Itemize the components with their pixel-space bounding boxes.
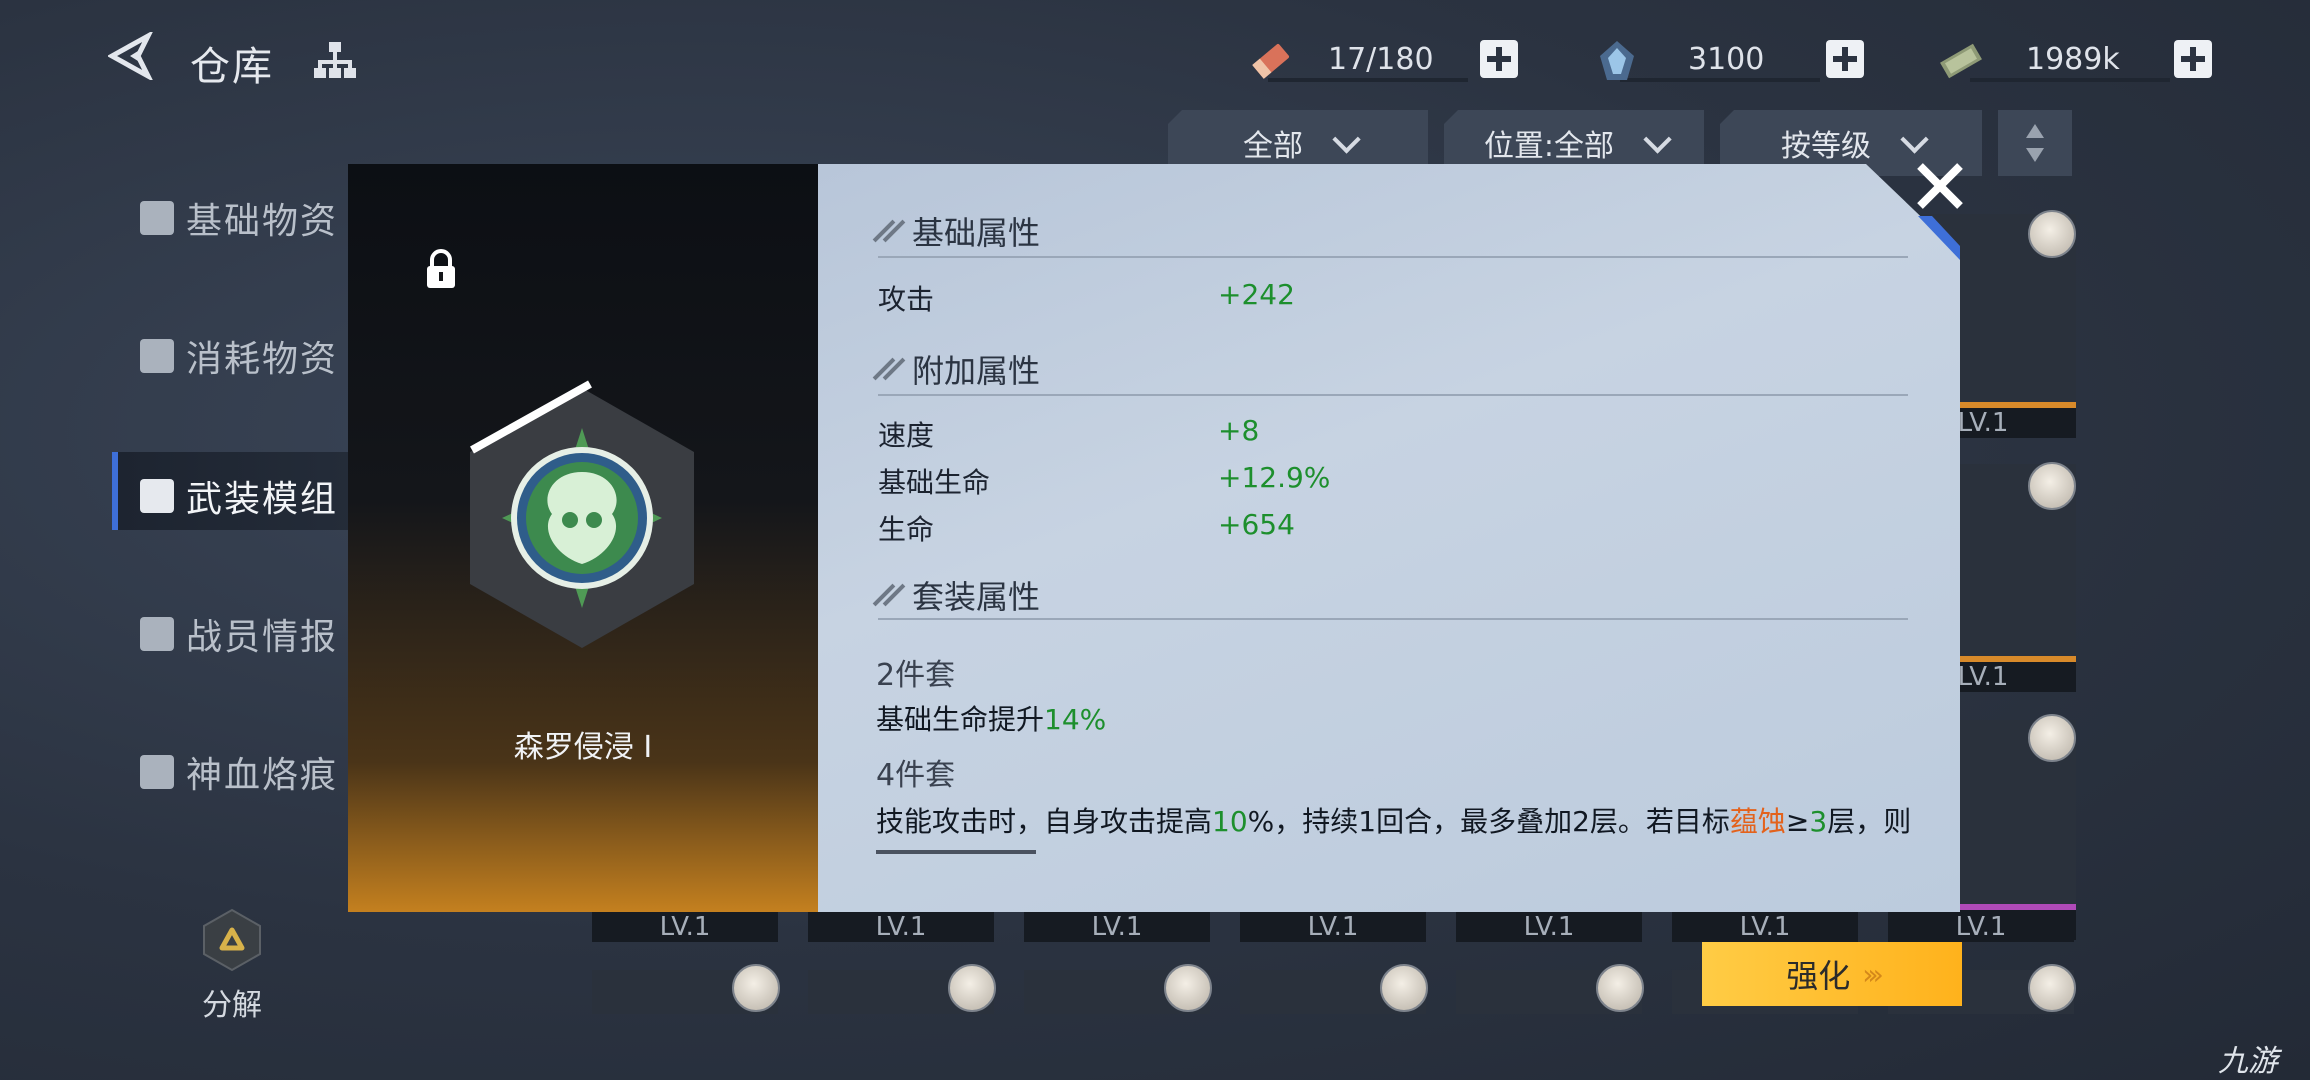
attr-value: +654 <box>1218 508 1295 541</box>
section-marker-icon <box>878 219 902 243</box>
crystal-icon <box>1600 41 1634 80</box>
avatar <box>732 964 780 1012</box>
avatar <box>2028 462 2076 510</box>
desc-text: 技能攻击时，自身攻击提高 <box>876 805 1213 838</box>
two-piece-description: 基础生命提升14% <box>876 698 1106 738</box>
recycle-icon[interactable] <box>200 908 264 972</box>
truncated-text-line <box>876 844 1936 854</box>
chevron-down-icon <box>1643 125 1672 154</box>
sidebar-item-module[interactable]: 武装模组 <box>140 470 338 522</box>
sidebar-item-intel[interactable]: 战员情报 <box>140 608 338 660</box>
box-icon <box>140 339 174 373</box>
resource-bar <box>1970 78 2170 82</box>
card-level: LV.1 <box>1888 912 2074 942</box>
page-title: 仓库 <box>190 44 274 90</box>
module-icon <box>140 479 174 513</box>
corner-accent <box>1918 216 1960 260</box>
sidebar-item-basic[interactable]: 基础物资 <box>140 192 338 244</box>
two-piece-title: 2件套 <box>876 658 956 693</box>
sort-arrows-icon <box>2026 124 2044 162</box>
sort-order-button[interactable] <box>1998 110 2072 176</box>
lock-icon[interactable] <box>424 248 458 290</box>
attr-value: +12.9% <box>1218 461 1331 494</box>
desc-text: 层，则 <box>1827 805 1912 838</box>
chevron-down-icon <box>1900 125 1929 154</box>
hierarchy-icon[interactable] <box>312 40 358 82</box>
back-icon[interactable] <box>108 32 154 80</box>
avatar <box>1596 964 1644 1012</box>
desc-text: %，持续1回合，最多叠加2层。若目标 <box>1247 805 1730 838</box>
position-filter-label: 位置:全部 <box>1483 129 1615 164</box>
desc-value: 3 <box>1809 805 1828 838</box>
desc-value: 10 <box>1212 805 1248 838</box>
add-cash-button[interactable] <box>2174 40 2212 78</box>
category-filter-label: 全部 <box>1243 129 1303 164</box>
module-emblem-icon <box>470 380 694 648</box>
stamina-value: 17/180 <box>1328 42 1434 77</box>
attr-name: 速度 <box>878 419 935 452</box>
double-chevron-icon: ››› <box>1862 957 1883 991</box>
resource-bar <box>1620 78 1820 82</box>
section-extra-attributes: 附加属性 <box>878 346 1040 392</box>
chevron-down-icon <box>1332 125 1361 154</box>
avatar <box>2028 714 2076 762</box>
two-piece-value: 14% <box>1044 703 1107 736</box>
attr-name: 基础生命 <box>878 466 991 499</box>
sidebar-item-label: 神血烙痕 <box>186 755 339 796</box>
card-icon <box>140 617 174 651</box>
card-level: LV.1 <box>592 912 778 942</box>
attr-value: +242 <box>1218 278 1295 311</box>
four-piece-description: 技能攻击时，自身攻击提高10%，持续1回合，最多叠加2层。若目标蕴蚀≥3层，则 <box>876 800 1911 840</box>
sidebar-item-label: 消耗物资 <box>186 339 339 380</box>
divider <box>878 618 1908 620</box>
card-level: LV.1 <box>1024 912 1210 942</box>
card-level: LV.1 <box>1456 912 1642 942</box>
close-icon[interactable] <box>1912 158 1968 214</box>
item-name: 森罗侵浸 I <box>513 730 653 765</box>
enhance-label: 强化 <box>1786 957 1851 995</box>
star-icon <box>140 755 174 789</box>
add-crystal-button[interactable] <box>1826 40 1864 78</box>
avatar <box>1164 964 1212 1012</box>
avatar <box>2028 210 2076 258</box>
avatar <box>2028 964 2076 1012</box>
watermark: 九游 <box>2218 1044 2278 1079</box>
cash-value: 1989k <box>2026 42 2120 77</box>
avatar <box>948 964 996 1012</box>
sidebar-item-label: 武装模组 <box>186 479 339 520</box>
card-level: LV.1 <box>1672 912 1858 942</box>
cash-icon <box>1940 43 1982 79</box>
decompose-label: 分解 <box>202 988 262 1023</box>
section-marker-icon <box>878 583 902 607</box>
enhance-button[interactable]: 强化 ››› <box>1702 942 1962 1006</box>
section-title: 基础属性 <box>912 214 1041 252</box>
divider <box>878 394 1908 396</box>
sidebar-item-label: 基础物资 <box>186 201 339 242</box>
attr-name: 攻击 <box>878 283 935 316</box>
sort-filter-label: 按等级 <box>1781 129 1871 164</box>
add-stamina-button[interactable] <box>1480 40 1518 78</box>
sidebar-item-label: 战员情报 <box>186 617 339 658</box>
attr-value: +8 <box>1218 414 1260 447</box>
section-title: 附加属性 <box>912 352 1041 390</box>
ticket-icon <box>1252 43 1289 79</box>
attr-name: 生命 <box>878 513 935 546</box>
section-set-attributes: 套装属性 <box>878 572 1040 618</box>
resource-bar <box>1268 78 1468 82</box>
section-marker-icon <box>878 357 902 381</box>
card-level: LV.1 <box>1240 912 1426 942</box>
desc-text: ≥ <box>1785 805 1810 838</box>
avatar <box>1380 964 1428 1012</box>
section-title: 套装属性 <box>912 578 1041 616</box>
desc-keyword: 蕴蚀 <box>1729 805 1786 838</box>
card-level: LV.1 <box>808 912 994 942</box>
sidebar-item-bloodmark[interactable]: 神血烙痕 <box>140 746 338 798</box>
divider <box>878 256 1908 258</box>
crystal-value: 3100 <box>1688 42 1765 77</box>
cube-icon <box>140 201 174 235</box>
four-piece-title: 4件套 <box>876 758 956 793</box>
section-base-attributes: 基础属性 <box>878 208 1040 254</box>
two-piece-text: 基础生命提升 <box>876 703 1045 736</box>
sidebar-item-consumable[interactable]: 消耗物资 <box>140 330 338 382</box>
